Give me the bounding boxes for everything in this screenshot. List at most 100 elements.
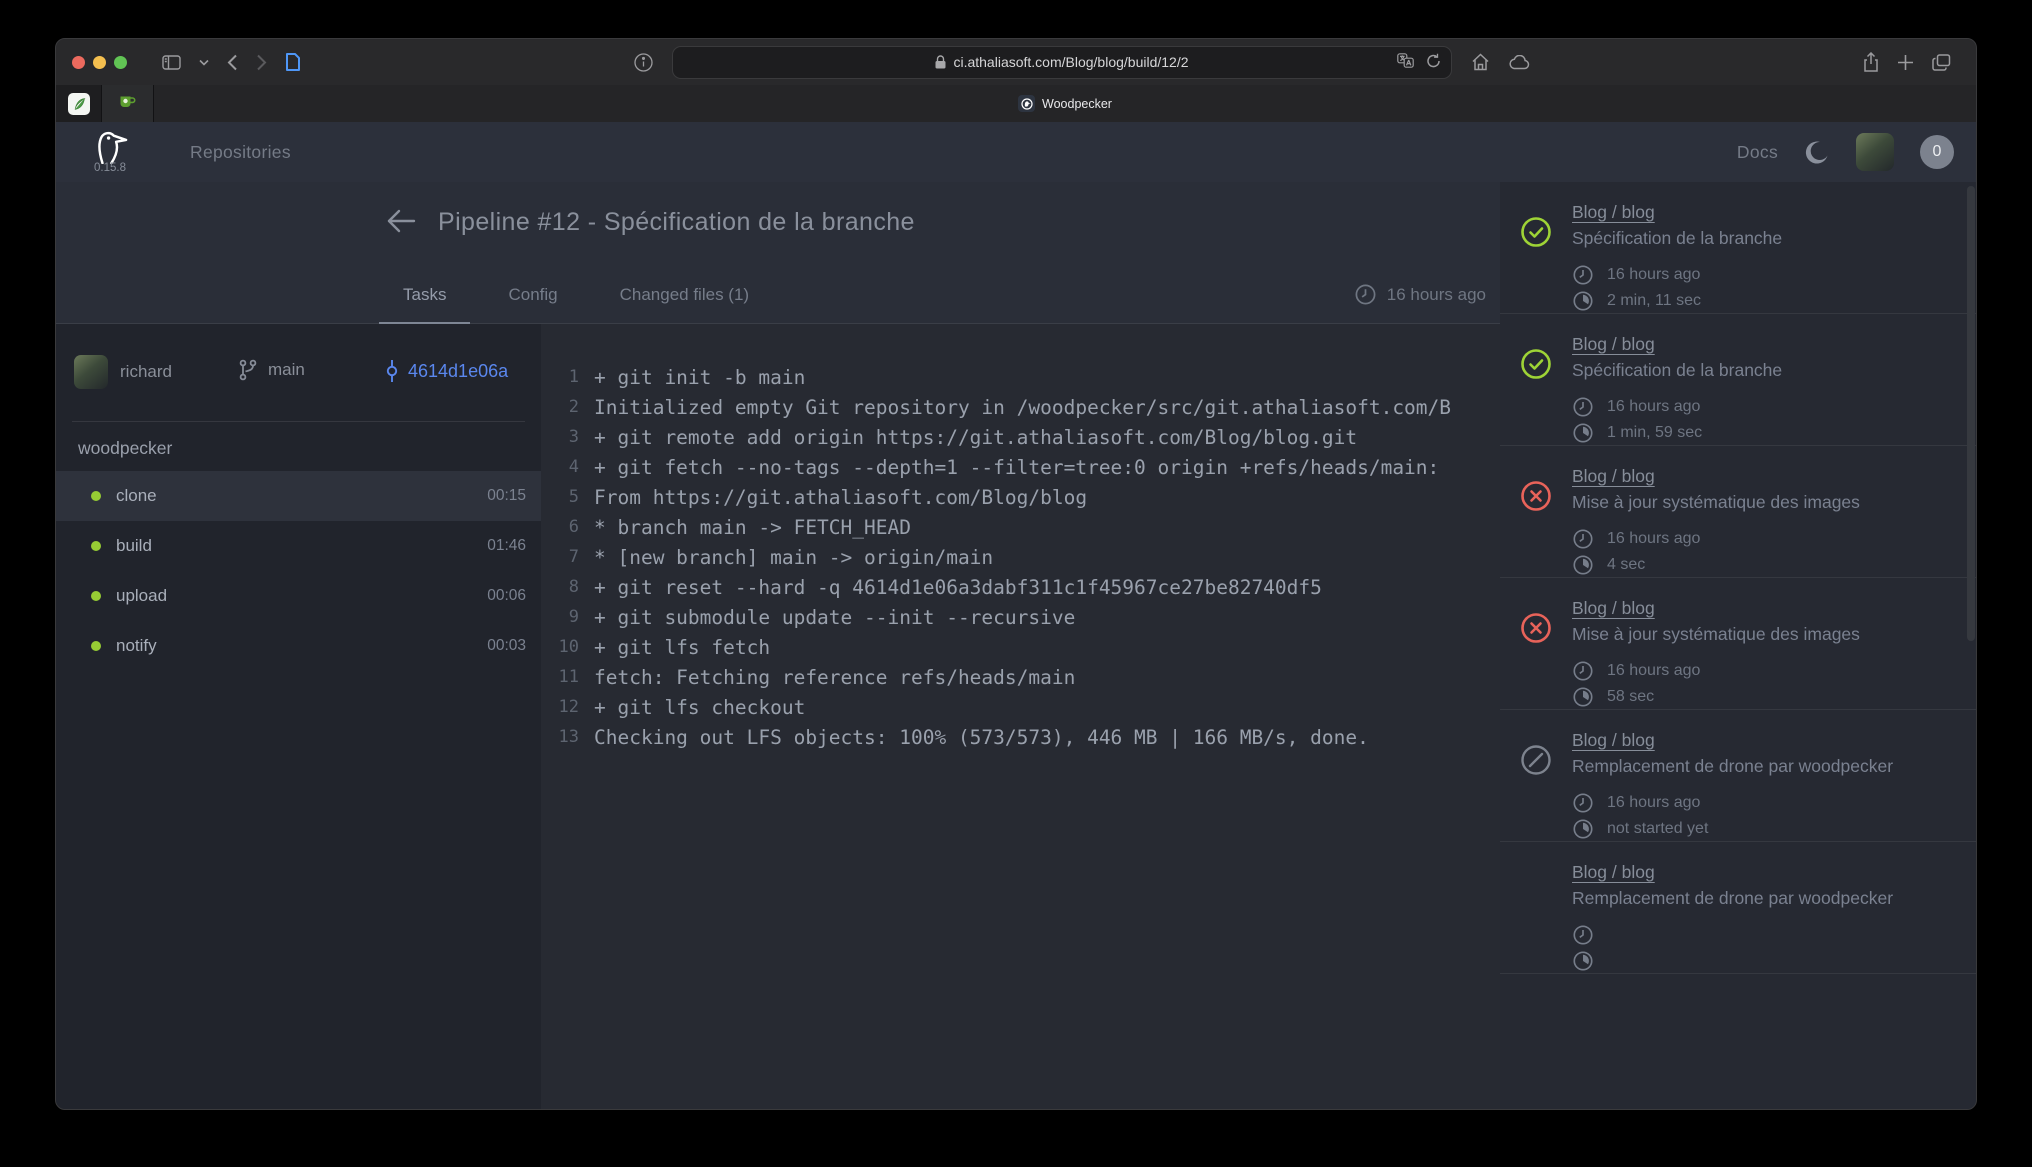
step-row[interactable]: clone 00:15 xyxy=(56,471,541,521)
minimize-window-button[interactable] xyxy=(93,56,106,69)
console-log[interactable]: 1 + git init -b main 2 Initialized empty… xyxy=(541,324,1500,1109)
pipeline-tab[interactable]: Changed files (1) xyxy=(596,266,773,323)
pipeline-history-list: Blog / blog Spécification de la branche … xyxy=(1500,182,1977,974)
pipeline-duration-meta: 1 min, 59 sec xyxy=(1572,420,1977,446)
duration-icon xyxy=(1572,290,1594,312)
console-line: 11 fetch: Fetching reference refs/heads/… xyxy=(541,662,1500,692)
step-success-dot xyxy=(91,491,101,501)
pipeline-message: Spécification de la branche xyxy=(1572,360,1977,388)
pipeline-duration-meta: 58 sec xyxy=(1572,684,1977,710)
step-success-dot xyxy=(91,641,101,651)
tab-overview-icon[interactable] xyxy=(1932,54,1951,71)
duration-icon xyxy=(1572,422,1594,444)
pipeline-tab[interactable]: Config xyxy=(484,266,581,323)
clock-icon xyxy=(1572,396,1594,418)
pipeline-history-item[interactable]: Blog / blog Mise à jour systématique des… xyxy=(1500,446,1977,578)
step-success-dot xyxy=(91,591,101,601)
console-line: 1 + git init -b main xyxy=(541,362,1500,392)
console-line: 13 Checking out LFS objects: 100% (573/5… xyxy=(541,722,1500,752)
commit-icon xyxy=(384,359,400,383)
line-number: 6 xyxy=(541,517,579,537)
browser-titlebar: ci.athaliasoft.com/Blog/blog/build/12/2 xyxy=(56,39,1976,85)
line-number: 4 xyxy=(541,457,579,477)
reader-document-icon[interactable] xyxy=(285,52,301,72)
reload-icon[interactable] xyxy=(1426,53,1441,72)
clock-icon xyxy=(1354,283,1377,306)
repo-link[interactable]: Blog / blog xyxy=(1572,730,1655,756)
pipeline-message: Remplacement de drone par woodpecker xyxy=(1572,756,1977,784)
line-text: Checking out LFS objects: 100% (573/573)… xyxy=(594,726,1369,749)
share-icon[interactable] xyxy=(1863,52,1879,72)
step-name: clone xyxy=(116,486,157,506)
notifications-badge[interactable]: 0 xyxy=(1920,135,1954,169)
repo-link[interactable]: Blog / blog xyxy=(1572,862,1655,888)
back-button[interactable] xyxy=(227,54,238,71)
console-line: 2 Initialized empty Git repository in /w… xyxy=(541,392,1500,422)
step-duration: 01:46 xyxy=(487,537,526,555)
line-text: + git submodule update --init --recursiv… xyxy=(594,606,1075,629)
pipeline-history-item[interactable]: Blog / blog Mise à jour systématique des… xyxy=(1500,578,1977,710)
back-arrow-icon[interactable] xyxy=(386,208,416,234)
console-line: 9 + git submodule update --init --recurs… xyxy=(541,602,1500,632)
pinned-tab-gitea-feather[interactable] xyxy=(56,85,102,122)
commit-author: richard xyxy=(74,355,172,389)
nav-docs[interactable]: Docs xyxy=(1737,142,1778,163)
lock-icon xyxy=(935,55,946,69)
chevron-down-icon[interactable] xyxy=(199,59,209,66)
branch-icon xyxy=(238,359,258,381)
browser-window: ci.athaliasoft.com/Blog/blog/build/12/2 xyxy=(55,38,1977,1110)
woodpecker-bird-icon xyxy=(91,130,129,164)
line-text: + git init -b main xyxy=(594,366,805,389)
user-avatar[interactable] xyxy=(1856,133,1894,171)
browser-tabstrip: Woodpecker xyxy=(56,85,1976,122)
success-icon xyxy=(1520,216,1552,248)
repo-link[interactable]: Blog / blog xyxy=(1572,598,1655,624)
line-text: From https://git.athaliasoft.com/Blog/bl… xyxy=(594,486,1087,509)
line-number: 8 xyxy=(541,577,579,597)
pipeline-history-item[interactable]: Blog / blog Remplacement de drone par wo… xyxy=(1500,710,1977,842)
repo-link[interactable]: Blog / blog xyxy=(1572,334,1655,360)
step-row[interactable]: build 01:46 xyxy=(56,521,541,571)
pipeline-title-row: Pipeline #12 - Spécification de la branc… xyxy=(56,182,1500,266)
address-bar[interactable]: ci.athaliasoft.com/Blog/blog/build/12/2 xyxy=(672,46,1452,79)
pinned-tab-teacup[interactable] xyxy=(102,85,154,122)
pipeline-detail: Pipeline #12 - Spécification de la branc… xyxy=(56,182,1500,1109)
pipeline-history-item[interactable]: Blog / blog Remplacement de drone par wo… xyxy=(1500,842,1977,974)
new-tab-icon[interactable] xyxy=(1897,54,1914,71)
woodpecker-logo[interactable]: 0.15.8 xyxy=(84,130,136,174)
pipeline-time-meta: 16 hours ago xyxy=(1572,394,1977,420)
sidebar-toggle-icon[interactable] xyxy=(162,55,181,70)
pipeline-history-item[interactable]: Blog / blog Spécification de la branche … xyxy=(1500,314,1977,446)
step-row[interactable]: notify 00:03 xyxy=(56,621,541,671)
dark-mode-toggle-icon[interactable] xyxy=(1804,139,1830,165)
pipeline-history-item[interactable]: Blog / blog Spécification de la branche … xyxy=(1500,182,1977,314)
teacup-favicon xyxy=(119,94,136,113)
active-tab[interactable]: Woodpecker xyxy=(154,85,1976,122)
forward-button[interactable] xyxy=(256,54,267,71)
commit-meta-row: richard main 4614d1e06a xyxy=(56,324,541,421)
line-text: + git fetch --no-tags --depth=1 --filter… xyxy=(594,456,1439,479)
repo-link[interactable]: Blog / blog xyxy=(1572,202,1655,228)
translate-icon[interactable] xyxy=(1397,53,1414,72)
duration-icon xyxy=(1572,950,1594,972)
zoom-window-button[interactable] xyxy=(114,56,127,69)
line-text: + git remote add origin https://git.atha… xyxy=(594,426,1357,449)
step-row[interactable]: upload 00:06 xyxy=(56,571,541,621)
line-text: * [new branch] main -> origin/main xyxy=(594,546,993,569)
cloud-icon[interactable] xyxy=(1508,55,1530,70)
nav-repositories[interactable]: Repositories xyxy=(190,142,291,163)
line-text: * branch main -> FETCH_HEAD xyxy=(594,516,911,539)
repo-link[interactable]: Blog / blog xyxy=(1572,466,1655,492)
console-line: 10 + git lfs fetch xyxy=(541,632,1500,662)
step-list: clone 00:15 build 01:46 xyxy=(56,471,541,671)
pipeline-tab[interactable]: Tasks xyxy=(379,266,470,323)
step-duration: 00:15 xyxy=(487,487,526,505)
console-line: 5 From https://git.athaliasoft.com/Blog/… xyxy=(541,482,1500,512)
info-icon[interactable] xyxy=(634,53,653,72)
commit-link[interactable]: 4614d1e06a xyxy=(384,359,508,383)
workflow-group-label: woodpecker xyxy=(56,422,541,471)
pipeline-time-meta: 16 hours ago xyxy=(1572,790,1977,816)
home-icon[interactable] xyxy=(1471,53,1490,71)
close-window-button[interactable] xyxy=(72,56,85,69)
sidebar-scrollbar[interactable] xyxy=(1967,186,1975,641)
